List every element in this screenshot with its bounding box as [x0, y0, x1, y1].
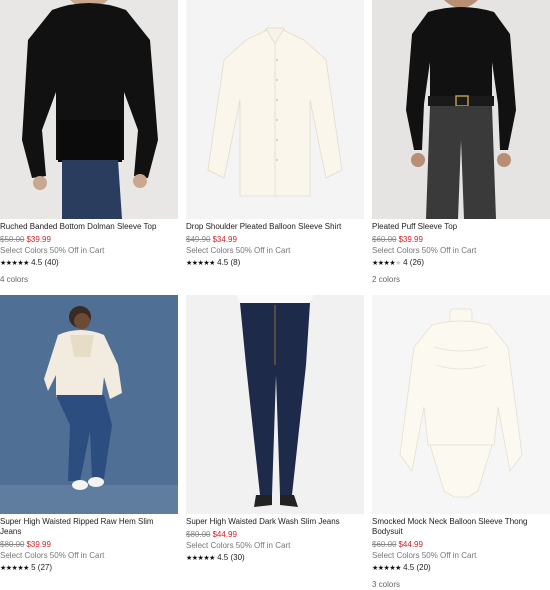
- product-card[interactable]: Pleated Puff Sleeve Top $60.00 $39.99 Sel…: [372, 0, 550, 285]
- original-price: $80.00: [186, 530, 211, 539]
- product-image[interactable]: [186, 0, 364, 219]
- product-rating: ★★★★★ 4.5 (40): [0, 258, 178, 269]
- product-name[interactable]: Drop Shoulder Pleated Balloon Sleeve Shi…: [186, 222, 362, 232]
- sale-price: $44.99: [398, 540, 423, 549]
- product-price: $50.00 $39.99: [0, 235, 178, 245]
- ripped-slim-jeans-photo: [0, 295, 178, 514]
- promo-text: Select Colors 50% Off in Cart: [186, 246, 291, 255]
- dark-wash-slim-jeans-photo: [186, 295, 364, 514]
- product-price: $60.00 $44.99: [372, 540, 550, 550]
- sale-price: $44.99: [212, 530, 237, 539]
- star-rating-icon: ★★★★★: [372, 260, 401, 267]
- promo-text: Select Colors 50% Off in Cart: [372, 551, 477, 560]
- product-name[interactable]: Pleated Puff Sleeve Top: [372, 222, 548, 232]
- product-name[interactable]: Ruched Banded Bottom Dolman Sleeve Top: [0, 222, 176, 232]
- product-name[interactable]: Smocked Mock Neck Balloon Sleeve Thong B…: [372, 517, 548, 537]
- color-count[interactable]: 3 colors: [372, 580, 550, 590]
- promo-text: Select Colors 50% Off in Cart: [0, 246, 105, 255]
- product-rating: ★★★★★ 4.5 (8): [186, 258, 364, 269]
- original-price: $80.00: [0, 540, 25, 549]
- ivory-mock-neck-bodysuit-photo: [372, 295, 550, 514]
- rating-text: 5 (27): [31, 563, 53, 572]
- color-count[interactable]: 4 colors: [0, 275, 178, 285]
- star-rating-icon: ★★★★★: [372, 565, 401, 572]
- product-image[interactable]: [372, 0, 550, 219]
- product-card[interactable]: Smocked Mock Neck Balloon Sleeve Thong B…: [372, 295, 550, 590]
- sale-price: $39.99: [26, 235, 51, 244]
- original-price: $49.90: [186, 235, 211, 244]
- star-rating-icon: ★★★★★: [0, 565, 29, 572]
- product-image[interactable]: [0, 295, 178, 514]
- black-puff-sleeve-top-photo: [372, 0, 550, 219]
- product-price: $80.00 $39.99: [0, 540, 178, 550]
- black-dolman-top-photo: [0, 0, 178, 219]
- original-price: $60.00: [372, 235, 397, 244]
- product-card[interactable]: Ruched Banded Bottom Dolman Sleeve Top $…: [0, 0, 178, 285]
- rating-text: 4.5 (30): [217, 553, 245, 562]
- star-rating-icon: ★★★★★: [186, 555, 215, 562]
- ivory-balloon-sleeve-shirt-photo: [186, 0, 364, 219]
- product-grid: Ruched Banded Bottom Dolman Sleeve Top $…: [0, 0, 550, 589]
- rating-text: 4.5 (20): [403, 563, 431, 572]
- product-price: $80.00 $44.99: [186, 530, 364, 540]
- star-rating-icon: ★★★★★: [186, 260, 215, 267]
- product-rating: ★★★★★ 4.5 (20): [372, 563, 550, 574]
- rating-text: 4.5 (8): [217, 258, 241, 267]
- product-name[interactable]: Super High Waisted Dark Wash Slim Jeans: [186, 517, 362, 527]
- rating-text: 4.5 (40): [31, 258, 59, 267]
- product-image[interactable]: [372, 295, 550, 514]
- product-rating: ★★★★★ 4.5 (30): [186, 553, 364, 564]
- star-rating-icon: ★★★★★: [0, 260, 29, 267]
- promo-text: Select Colors 50% Off in Cart: [0, 551, 105, 560]
- product-card[interactable]: Super High Waisted Ripped Raw Hem Slim J…: [0, 295, 178, 574]
- sale-price: $39.99: [26, 540, 51, 549]
- product-card[interactable]: Drop Shoulder Pleated Balloon Sleeve Shi…: [186, 0, 364, 269]
- promo-text: Select Colors 50% Off in Cart: [372, 246, 477, 255]
- product-price: $49.90 $34.99: [186, 235, 364, 245]
- original-price: $50.00: [0, 235, 25, 244]
- product-image[interactable]: [186, 295, 364, 514]
- product-rating: ★★★★★ 4 (26): [372, 258, 550, 269]
- product-price: $60.00 $39.99: [372, 235, 550, 245]
- product-name[interactable]: Super High Waisted Ripped Raw Hem Slim J…: [0, 517, 176, 537]
- promo-text: Select Colors 50% Off in Cart: [186, 541, 291, 550]
- rating-text: 4 (26): [403, 258, 425, 267]
- sale-price: $39.99: [398, 235, 423, 244]
- product-image[interactable]: [0, 0, 178, 219]
- color-count[interactable]: 2 colors: [372, 275, 550, 285]
- sale-price: $34.99: [212, 235, 237, 244]
- product-rating: ★★★★★ 5 (27): [0, 563, 178, 574]
- product-card[interactable]: Super High Waisted Dark Wash Slim Jeans …: [186, 295, 364, 564]
- original-price: $60.00: [372, 540, 397, 549]
